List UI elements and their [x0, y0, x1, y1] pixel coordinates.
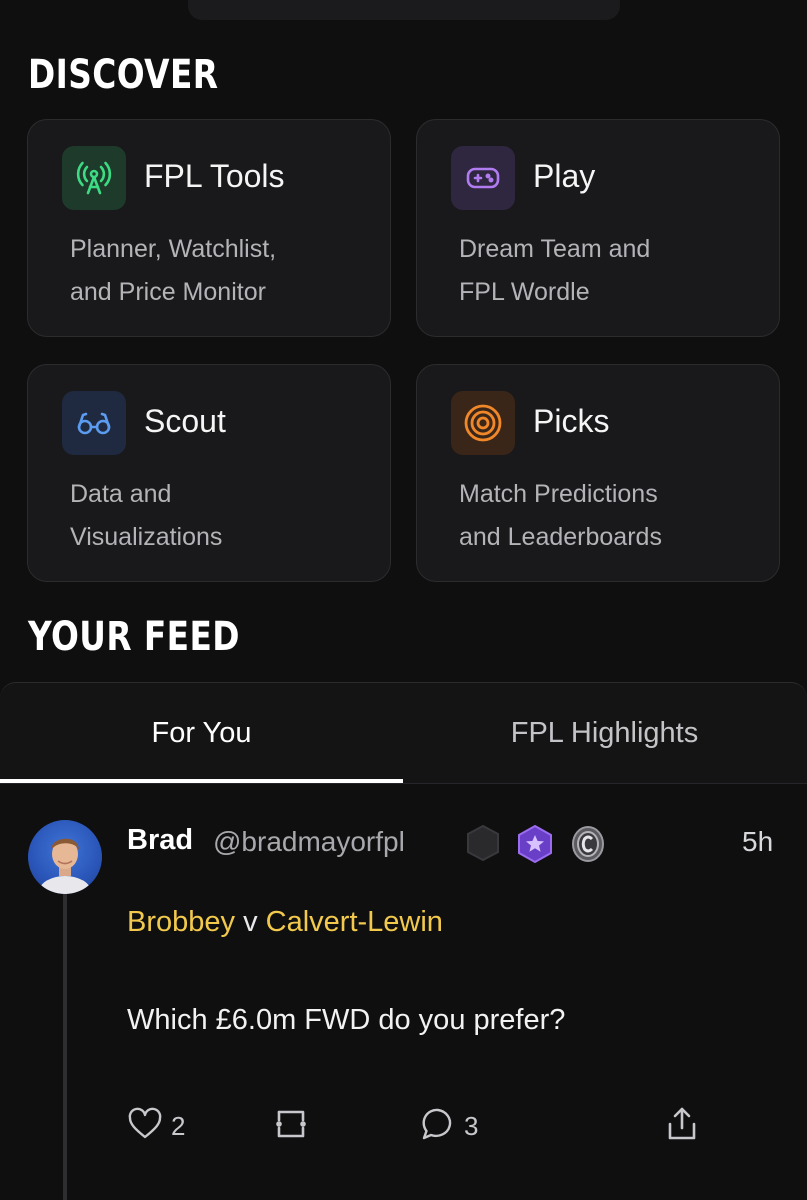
card-fpl-tools[interactable]: FPL Tools Planner, Watchlist, and Price …: [27, 119, 391, 337]
card-scout[interactable]: Scout Data and Visualizations: [27, 364, 391, 582]
card-title: Play: [533, 158, 596, 194]
glasses-icon: [62, 391, 126, 455]
card-description: Match Predictions and Leaderboards: [459, 480, 662, 551]
card-description: Dream Team and FPL Wordle: [459, 235, 651, 306]
top-bar: [0, 0, 807, 22]
tab-for-you[interactable]: For You: [0, 683, 403, 783]
like-count: 2: [171, 1110, 186, 1141]
gamepad-icon: [451, 146, 515, 210]
target-icon: [451, 391, 515, 455]
card-picks[interactable]: Picks Match Predictions and Leaderboards: [416, 364, 780, 582]
divider: [0, 783, 807, 784]
card-title: Picks: [533, 403, 610, 439]
post-body: Which £6.0m FWD do you prefer?: [127, 1004, 566, 1036]
thread-line: [63, 888, 67, 1200]
comment-bubble-icon: [420, 1106, 456, 1146]
feed-tabs: For You FPL Highlights: [0, 682, 807, 784]
feed-heading: YOUR FEED: [28, 614, 240, 660]
like-button[interactable]: 2: [127, 1106, 185, 1146]
mention-link[interactable]: Brobbey: [127, 906, 235, 938]
card-description: Planner, Watchlist, and Price Monitor: [70, 235, 277, 306]
search-bar[interactable]: [188, 0, 620, 20]
repost-icon: [272, 1106, 310, 1146]
discover-heading: DISCOVER: [28, 52, 219, 98]
tab-fpl-highlights[interactable]: FPL Highlights: [403, 683, 806, 783]
mention-link[interactable]: Calvert-Lewin: [266, 906, 443, 938]
share-button[interactable]: [666, 1106, 698, 1146]
hexagon-badge-icon: [466, 824, 504, 864]
post-mentions: Brobbey v Calvert-Lewin: [127, 906, 443, 939]
mention-connector: v: [243, 906, 258, 938]
card-title: FPL Tools: [144, 158, 285, 194]
heart-icon: [127, 1106, 163, 1146]
comment-count: 3: [464, 1110, 479, 1141]
repost-button[interactable]: [272, 1106, 310, 1146]
card-title: Scout: [144, 403, 226, 439]
post-author-handle[interactable]: @bradmayorfpl: [213, 826, 405, 858]
purple-star-badge-icon: [516, 824, 554, 864]
avatar[interactable]: [28, 820, 102, 894]
share-icon: [666, 1106, 698, 1146]
card-play[interactable]: Play Dream Team and FPL Wordle: [416, 119, 780, 337]
broadcast-tower-icon: [62, 146, 126, 210]
post-author-name[interactable]: Brad: [127, 824, 193, 857]
comment-button[interactable]: 3: [420, 1106, 478, 1146]
c-coin-badge-icon: [570, 824, 608, 864]
card-description: Data and Visualizations: [70, 480, 223, 551]
post-timestamp: 5h: [742, 826, 774, 857]
